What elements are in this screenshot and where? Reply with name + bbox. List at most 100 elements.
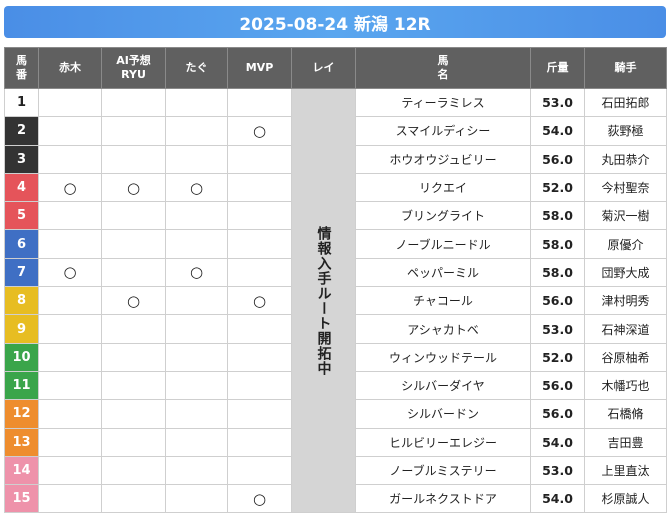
weight-value: 54.0 bbox=[530, 116, 585, 146]
mark-mvp: ○ bbox=[227, 484, 292, 514]
mark-ai-ryu bbox=[101, 342, 166, 372]
horse-number-cell: 15 bbox=[4, 484, 39, 514]
weight-value: 58.0 bbox=[530, 201, 585, 231]
weight-value: 56.0 bbox=[530, 144, 585, 174]
mark-akagi bbox=[38, 399, 102, 429]
mark-mvp bbox=[227, 172, 292, 203]
mark-tagu bbox=[165, 201, 228, 231]
horse-name: シルバードン bbox=[355, 399, 531, 429]
weight-value: 56.0 bbox=[530, 370, 585, 401]
mark-tagu: ○ bbox=[165, 172, 228, 203]
mark-tagu bbox=[165, 399, 228, 429]
weight-value: 53.0 bbox=[530, 455, 585, 486]
mark-mvp: ○ bbox=[227, 286, 292, 316]
col-header-umaban: 馬 番 bbox=[4, 47, 39, 89]
mark-akagi bbox=[38, 286, 102, 316]
horse-number-cell: 10 bbox=[4, 342, 39, 372]
weight-value: 52.0 bbox=[530, 342, 585, 372]
mark-mvp bbox=[227, 87, 292, 118]
mark-ai-ryu: ○ bbox=[101, 172, 166, 203]
mark-akagi bbox=[38, 144, 102, 174]
horse-name: ウィンウッドテール bbox=[355, 342, 531, 372]
rei-note: 情報入手ルート開拓中 bbox=[291, 87, 356, 514]
mark-mvp bbox=[227, 314, 292, 344]
race-title-bar: 2025-08-24 新潟 12R bbox=[4, 6, 666, 38]
mark-ai-ryu bbox=[101, 399, 166, 429]
horse-name: ペッパーミル bbox=[355, 257, 531, 288]
jockey-name: 原優介 bbox=[584, 229, 667, 259]
mark-tagu bbox=[165, 229, 228, 259]
col-header-kishu: 騎手 bbox=[584, 47, 667, 89]
horse-number-cell: 14 bbox=[4, 455, 39, 486]
mark-ai-ryu bbox=[101, 484, 166, 514]
mark-ai-ryu: ○ bbox=[101, 286, 166, 316]
horse-number-cell: 5 bbox=[4, 201, 39, 231]
mark-ai-ryu bbox=[101, 427, 166, 457]
horse-number-cell: 6 bbox=[4, 229, 39, 259]
col-header-tagu: たぐ bbox=[165, 47, 228, 89]
mark-ai-ryu bbox=[101, 144, 166, 174]
weight-value: 54.0 bbox=[530, 484, 585, 514]
mark-mvp bbox=[227, 455, 292, 486]
mark-tagu bbox=[165, 370, 228, 401]
mark-akagi bbox=[38, 455, 102, 486]
jockey-name: 吉田豊 bbox=[584, 427, 667, 457]
horse-number-cell: 4 bbox=[4, 172, 39, 203]
col-header-mvp: MVP bbox=[227, 47, 292, 89]
mark-mvp bbox=[227, 342, 292, 372]
mark-tagu bbox=[165, 427, 228, 457]
mark-ai-ryu bbox=[101, 116, 166, 146]
mark-ai-ryu bbox=[101, 257, 166, 288]
mark-tagu bbox=[165, 116, 228, 146]
jockey-name: 今村聖奈 bbox=[584, 172, 667, 203]
horse-name: ヒルビリーエレジー bbox=[355, 427, 531, 457]
weight-value: 53.0 bbox=[530, 87, 585, 118]
jockey-name: 津村明秀 bbox=[584, 286, 667, 316]
weight-value: 58.0 bbox=[530, 257, 585, 288]
race-title: 2025-08-24 新潟 12R bbox=[239, 14, 431, 35]
col-header-rei: レイ bbox=[291, 47, 356, 89]
mark-mvp bbox=[227, 370, 292, 401]
horse-name: ガールネクストドア bbox=[355, 484, 531, 514]
col-header-bamei: 馬 名 bbox=[355, 47, 531, 89]
mark-ai-ryu bbox=[101, 314, 166, 344]
col-header-kinryo: 斤量 bbox=[530, 47, 585, 89]
mark-ai-ryu bbox=[101, 87, 166, 118]
mark-akagi: ○ bbox=[38, 257, 102, 288]
horse-name: ホウオウジュビリー bbox=[355, 144, 531, 174]
horse-number-cell: 1 bbox=[4, 87, 39, 118]
jockey-name: 団野大成 bbox=[584, 257, 667, 288]
horse-number-cell: 11 bbox=[4, 370, 39, 401]
weight-value: 58.0 bbox=[530, 229, 585, 259]
jockey-name: 石田拓郎 bbox=[584, 87, 667, 118]
mark-akagi bbox=[38, 314, 102, 344]
mark-ai-ryu bbox=[101, 370, 166, 401]
horse-name: ブリングライト bbox=[355, 201, 531, 231]
col-header-ai: AI予想 RYU bbox=[101, 47, 166, 89]
horse-name: リクエイ bbox=[355, 172, 531, 203]
jockey-name: 石橋脩 bbox=[584, 399, 667, 429]
jockey-name: 谷原柚希 bbox=[584, 342, 667, 372]
mark-tagu bbox=[165, 314, 228, 344]
mark-tagu bbox=[165, 455, 228, 486]
horse-name: シルバーダイヤ bbox=[355, 370, 531, 401]
horse-name: スマイルディシー bbox=[355, 116, 531, 146]
horse-number-cell: 12 bbox=[4, 399, 39, 429]
mark-mvp bbox=[227, 427, 292, 457]
horse-number-cell: 8 bbox=[4, 286, 39, 316]
jockey-name: 杉原誠人 bbox=[584, 484, 667, 514]
horse-number-cell: 7 bbox=[4, 257, 39, 288]
jockey-name: 丸田恭介 bbox=[584, 144, 667, 174]
horse-number-cell: 13 bbox=[4, 427, 39, 457]
weight-value: 56.0 bbox=[530, 286, 585, 316]
col-header-akagi: 赤木 bbox=[38, 47, 102, 89]
mark-akagi bbox=[38, 87, 102, 118]
mark-ai-ryu bbox=[101, 201, 166, 231]
mark-tagu: ○ bbox=[165, 257, 228, 288]
mark-akagi bbox=[38, 342, 102, 372]
horse-number-cell: 3 bbox=[4, 144, 39, 174]
jockey-name: 菊沢一樹 bbox=[584, 201, 667, 231]
mark-akagi: ○ bbox=[38, 172, 102, 203]
mark-tagu bbox=[165, 87, 228, 118]
mark-tagu bbox=[165, 342, 228, 372]
